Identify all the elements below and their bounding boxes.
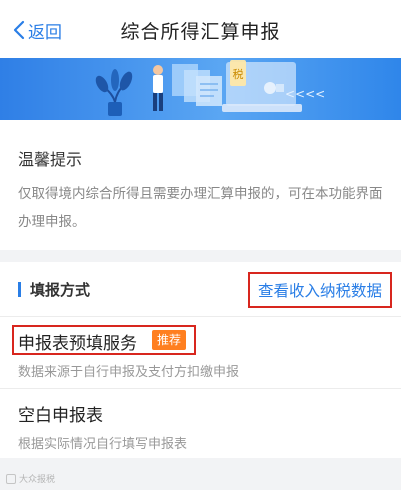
watermark: 大众报税 <box>6 472 55 485</box>
svg-text:税: 税 <box>233 67 244 81</box>
section-title: 填报方式 <box>30 281 91 299</box>
blank-return-desc: 根据实际情况自行填写申报表 <box>18 437 188 452</box>
prefilled-return-desc: 数据来源于自行申报及支付方扣缴申报 <box>18 365 240 380</box>
prefilled-return-title: 申报表预填服务 <box>18 334 137 354</box>
blank-return-title: 空白申报表 <box>18 406 103 426</box>
tax-badge-icon: 税 <box>230 60 246 86</box>
person-illustration <box>153 65 163 111</box>
page-title: 综合所得汇算申报 <box>120 21 281 43</box>
nav-bar: 返回 综合所得汇算申报 <box>0 0 401 58</box>
blank-return-option[interactable]: 空白申报表 根据实际情况自行填写申报表 <box>0 389 401 459</box>
notice-text: 仅取得境内综合所得且需要办理汇算申报的，可在本功能界面办理申报。 <box>18 186 383 230</box>
banner-illustration: 税 <<<< <box>0 58 401 120</box>
section-accent-bar <box>18 282 21 297</box>
filing-methods-card: 填报方式 查看收入纳税数据 申报表预填服务 推荐 数据来源于自行申报及支付方扣缴… <box>0 262 401 458</box>
watermark-text: 大众报税 <box>19 475 56 485</box>
section-header: 填报方式 查看收入纳税数据 <box>0 262 401 316</box>
documents-illustration <box>172 64 222 106</box>
plant-illustration <box>95 69 133 116</box>
notice-title: 温馨提示 <box>18 150 83 169</box>
banner-arrows: <<<< <box>285 87 325 101</box>
watermark-logo-icon <box>6 473 16 484</box>
prefilled-return-option[interactable]: 申报表预填服务 推荐 数据来源于自行申报及支付方扣缴申报 <box>0 317 401 387</box>
recommended-badge: 推荐 <box>152 330 187 350</box>
view-income-tax-data-link[interactable]: 查看收入纳税数据 <box>248 272 392 308</box>
notice-card: 温馨提示 仅取得境内综合所得且需要办理汇算申报的，可在本功能界面办理申报。 <box>0 120 401 250</box>
